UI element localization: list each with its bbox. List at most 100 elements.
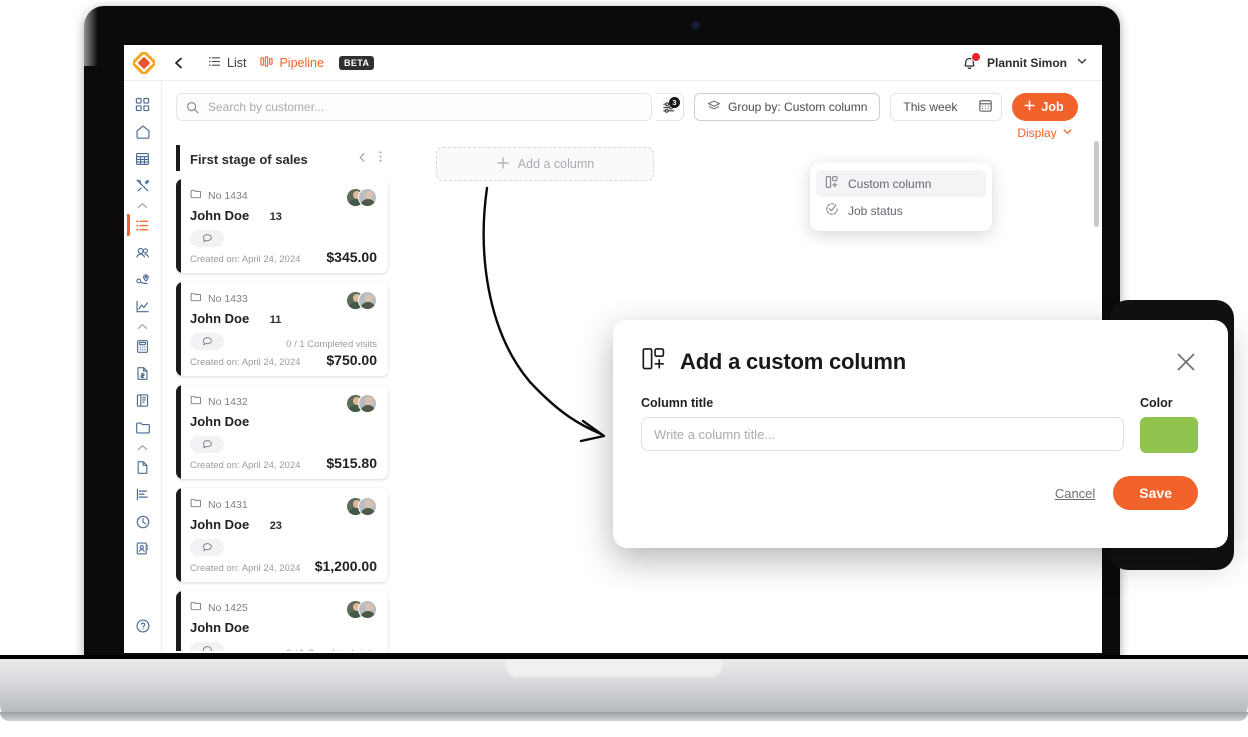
add-column-label: Add a column [518, 157, 594, 171]
comment-icon[interactable] [190, 642, 224, 651]
laptop-base [0, 659, 1248, 721]
rail-item-estimates[interactable] [128, 333, 158, 360]
assignee-avatars[interactable] [346, 394, 377, 413]
add-job-button[interactable]: Job [1012, 93, 1077, 121]
assignee-avatars[interactable] [346, 291, 377, 310]
dropdown-item-custom-column[interactable]: Custom column [816, 170, 986, 197]
created-date: Created on: April 24, 2024 [190, 460, 300, 471]
laptop-base-notch [505, 659, 723, 679]
folder-icon [190, 497, 202, 512]
column-header-actions [357, 150, 386, 168]
card-amount: $1,200.00 [315, 558, 377, 574]
avatar [358, 188, 377, 207]
tab-pipeline-label: Pipeline [279, 56, 323, 70]
close-icon[interactable] [1174, 350, 1198, 374]
rail-item-team[interactable] [128, 239, 158, 266]
card-count: 13 [270, 211, 282, 223]
more-vertical-icon[interactable] [375, 150, 386, 168]
comment-icon[interactable] [190, 230, 224, 247]
assignee-avatars[interactable] [346, 497, 377, 516]
card-amount: $750.00 [326, 352, 377, 368]
job-number: No 1432 [208, 396, 248, 408]
group-by-button[interactable]: Group by: Custom column [694, 93, 880, 121]
comment-icon[interactable] [190, 333, 224, 350]
job-number: No 1433 [208, 293, 248, 305]
filter-button[interactable]: 3 [656, 93, 684, 121]
notifications-button[interactable] [961, 54, 978, 71]
plus-icon [496, 156, 510, 173]
job-card[interactable]: No 1434 John Doe 13 [176, 179, 388, 273]
folder-icon [190, 394, 202, 409]
job-card[interactable]: No 1431 John Doe 23 [176, 488, 388, 582]
tab-pipeline[interactable]: Pipeline BETA [260, 55, 374, 71]
rail-caret-files[interactable] [128, 441, 158, 454]
dropdown-item-label: Job status [848, 204, 903, 218]
rail-item-analytics[interactable] [128, 293, 158, 320]
visits-status: 0 / 1 Completed visits [286, 339, 377, 350]
plannit-diamond-logo[interactable] [124, 45, 164, 81]
comment-icon[interactable] [190, 436, 224, 453]
back-button[interactable] [164, 45, 194, 81]
beta-badge: BETA [339, 56, 374, 70]
rail-item-dashboard[interactable] [128, 91, 158, 118]
rail-caret-tools[interactable] [128, 199, 158, 212]
chevron-down-icon[interactable] [1076, 54, 1088, 72]
job-number: No 1425 [208, 602, 248, 614]
assignee-avatars[interactable] [346, 600, 377, 619]
add-column-button[interactable]: Add a column [436, 147, 654, 181]
assignee-avatars[interactable] [346, 188, 377, 207]
rail-item-calendar[interactable] [128, 145, 158, 172]
rail-item-timesheets[interactable] [128, 508, 158, 535]
card-count: 23 [270, 520, 282, 532]
screenshot-stage: List Pipeline BETA [0, 0, 1248, 737]
job-number: No 1431 [208, 499, 248, 511]
chevron-left-icon[interactable] [357, 150, 368, 168]
rail-item-files[interactable] [128, 414, 158, 441]
top-bar-right: Plannit Simon [961, 54, 1102, 72]
tab-list[interactable]: List [208, 55, 246, 71]
tab-list-label: List [227, 56, 246, 70]
rail-item-invoices[interactable] [128, 360, 158, 387]
plus-icon [1023, 99, 1036, 115]
check-circle-icon [825, 202, 839, 219]
rail-item-statements[interactable] [128, 481, 158, 508]
chevron-down-icon [1062, 126, 1073, 140]
rail-caret-analytics[interactable] [128, 320, 158, 333]
color-swatch[interactable] [1140, 417, 1198, 453]
search-box[interactable] [176, 93, 652, 121]
rail-item-routes[interactable] [128, 266, 158, 293]
created-date: Created on: April 24, 2024 [190, 254, 300, 265]
avatar [358, 497, 377, 516]
save-button[interactable]: Save [1113, 476, 1198, 510]
display-button[interactable]: Display [1017, 126, 1072, 140]
display-label: Display [1017, 126, 1056, 140]
icon-rail [124, 81, 162, 653]
rail-item-documents[interactable] [128, 387, 158, 414]
dropdown-item-job-status[interactable]: Job status [816, 197, 986, 224]
cancel-button[interactable]: Cancel [1055, 486, 1095, 501]
column-title: First stage of sales [190, 152, 308, 167]
user-name: Plannit Simon [987, 56, 1067, 70]
job-card[interactable]: No 1425 John Doe [176, 591, 388, 651]
rail-item-home[interactable] [128, 118, 158, 145]
rail-item-tools[interactable] [128, 172, 158, 199]
layers-icon [707, 99, 721, 116]
board-scrollbar[interactable] [1094, 141, 1099, 227]
visits-status: 0 / 1 Completed visits [286, 648, 377, 651]
calendar-icon [978, 98, 993, 116]
column-accent-bar [176, 145, 180, 171]
column-title-input[interactable] [641, 417, 1124, 451]
date-range-button[interactable]: This week [890, 93, 1002, 121]
job-card[interactable]: No 1433 John Doe 11 [176, 282, 388, 376]
avatar [358, 291, 377, 310]
avatar [358, 600, 377, 619]
modal-header: Add a custom column [641, 346, 1198, 378]
comment-icon[interactable] [190, 539, 224, 556]
job-card[interactable]: No 1432 John Doe [176, 385, 388, 479]
rail-item-jobs[interactable] [128, 212, 158, 239]
rail-item-help[interactable] [128, 612, 158, 639]
search-input[interactable] [206, 99, 651, 115]
rail-item-reports[interactable] [128, 454, 158, 481]
rail-item-contacts[interactable] [128, 535, 158, 562]
job-actions: Job Display [1012, 93, 1077, 140]
